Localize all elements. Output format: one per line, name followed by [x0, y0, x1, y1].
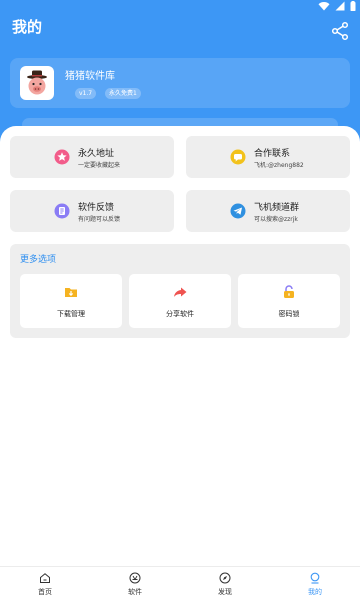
tab-software[interactable]: 软件: [90, 569, 180, 599]
tab-discover[interactable]: 发现: [180, 569, 270, 599]
profile-icon: [310, 572, 320, 584]
status-bar: [318, 0, 356, 12]
share-arrow-icon: [174, 287, 187, 297]
tab-label: 发现: [218, 588, 232, 596]
tab-label: 首页: [38, 588, 52, 596]
star-icon: [54, 149, 70, 165]
more-item-label: 下载管理: [57, 310, 85, 318]
compass-icon: [219, 572, 231, 584]
app-store-icon: [129, 572, 141, 584]
more-options-panel: 更多选项 下载管理 分享软件 密码锁: [10, 244, 350, 338]
pig-mascot-icon: [27, 70, 47, 95]
card-subtitle: 可以搜索@zzrjk: [254, 216, 298, 223]
tab-home[interactable]: 首页: [0, 569, 90, 599]
more-options-title: 更多选项: [20, 255, 57, 265]
version-badge: v1.7: [75, 88, 97, 99]
tab-label: 软件: [128, 588, 142, 596]
telegram-icon: [230, 203, 246, 219]
page-title: 我的: [12, 18, 43, 36]
app-logo: [20, 66, 54, 100]
share-software-button[interactable]: 分享软件: [129, 274, 231, 328]
download-manager-button[interactable]: 下载管理: [20, 274, 122, 328]
bottom-tab-bar: 首页 软件 发现 我的: [0, 566, 360, 600]
password-lock-button[interactable]: 密码锁: [238, 274, 340, 328]
card-subtitle: 飞机:@zheng882: [254, 162, 304, 169]
share-icon[interactable]: [330, 21, 350, 41]
more-item-label: 密码锁: [278, 310, 300, 318]
wifi-icon: [318, 2, 330, 11]
tab-mine[interactable]: 我的: [270, 569, 360, 599]
card-title: 永久地址: [78, 149, 115, 159]
card-title: 合作联系: [254, 149, 291, 159]
download-folder-icon: [65, 288, 77, 297]
app-name: 猪猪软件库: [65, 71, 115, 82]
card-subtitle: 一定要收藏起来: [78, 162, 121, 169]
card-subtitle: 有问题可以反馈: [78, 216, 121, 223]
signal-icon: [335, 1, 345, 11]
free-badge: 永久免费1: [105, 88, 141, 99]
permanent-address-card[interactable]: 永久地址 一定要收藏起来: [10, 136, 174, 178]
feedback-card[interactable]: 软件反馈 有问题可以反馈: [10, 190, 174, 232]
feedback-icon: [54, 203, 70, 219]
card-title: 飞机频道群: [254, 203, 300, 213]
more-item-label: 分享软件: [166, 310, 194, 318]
profile-card[interactable]: 猪猪软件库 v1.7 永久免费1: [10, 58, 350, 108]
telegram-channel-card[interactable]: 飞机频道群 可以搜索@zzrjk: [186, 190, 350, 232]
battery-icon: [350, 1, 356, 11]
contact-card[interactable]: 合作联系 飞机:@zheng882: [186, 136, 350, 178]
card-title: 软件反馈: [78, 203, 115, 213]
tab-label: 我的: [308, 588, 322, 596]
chat-bubble-icon: [230, 149, 246, 165]
home-icon: [40, 573, 50, 583]
lock-icon: [284, 285, 294, 298]
